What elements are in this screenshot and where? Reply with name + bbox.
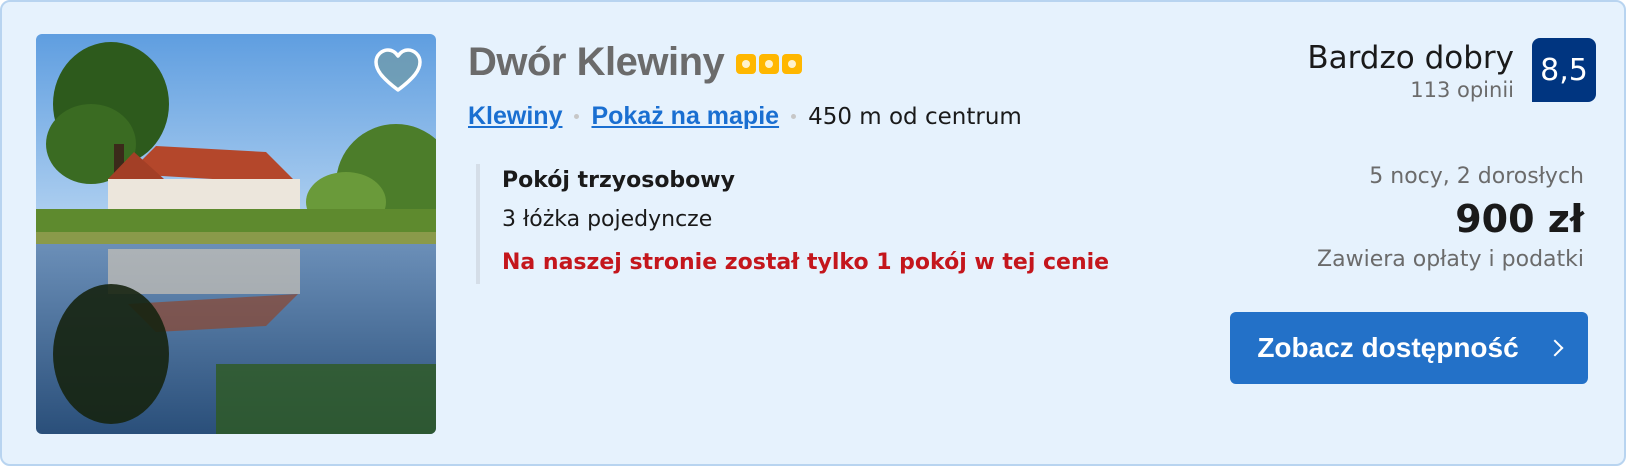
room-details: Pokój trzyosobowy 3 łóżka pojedyncze Na … xyxy=(476,164,1109,284)
star-rating xyxy=(736,53,803,74)
review-word: Bardzo dobry xyxy=(1307,40,1514,76)
room-beds: 3 łóżka pojedyncze xyxy=(502,207,713,232)
review-score-badge[interactable]: 8,5 xyxy=(1532,38,1596,102)
separator-dot xyxy=(791,114,797,119)
chevron-right-icon xyxy=(1546,339,1564,357)
star-icon xyxy=(736,53,757,74)
see-availability-button[interactable]: Zobacz dostępność xyxy=(1230,312,1588,384)
title-row: Dwór Klewiny xyxy=(468,40,803,85)
review-summary[interactable]: Bardzo dobry 113 opinii xyxy=(1307,40,1514,102)
review-count: 113 opinii xyxy=(1410,78,1514,102)
distance-text: 450 m od centrum xyxy=(808,103,1022,130)
property-photo[interactable] xyxy=(36,34,436,434)
location-link[interactable]: Klewiny xyxy=(468,102,562,131)
availability-warning: Na naszej stronie został tylko 1 pokój w… xyxy=(502,250,1110,275)
property-title[interactable]: Dwór Klewiny xyxy=(468,40,725,85)
see-availability-label: Zobacz dostępność xyxy=(1257,332,1519,363)
taxes-note: Zawiera opłaty i podatki xyxy=(1317,247,1584,272)
heart-icon[interactable] xyxy=(374,48,422,94)
price-block: 5 nocy, 2 dorosłych 900 zł Zawiera opłat… xyxy=(1317,164,1584,272)
price: 900 zł xyxy=(1455,197,1584,241)
star-icon xyxy=(782,53,803,74)
separator-dot xyxy=(574,114,580,119)
stay-details: 5 nocy, 2 dorosłych xyxy=(1369,164,1584,189)
show-on-map-link[interactable]: Pokaż na mapie xyxy=(591,102,779,131)
property-card[interactable]: Dwór Klewiny Klewiny Pokaż na mapie 450 … xyxy=(0,0,1626,466)
room-name: Pokój trzyosobowy xyxy=(502,168,735,193)
star-icon xyxy=(759,53,780,74)
location-row: Klewiny Pokaż na mapie 450 m od centrum xyxy=(468,102,1022,131)
